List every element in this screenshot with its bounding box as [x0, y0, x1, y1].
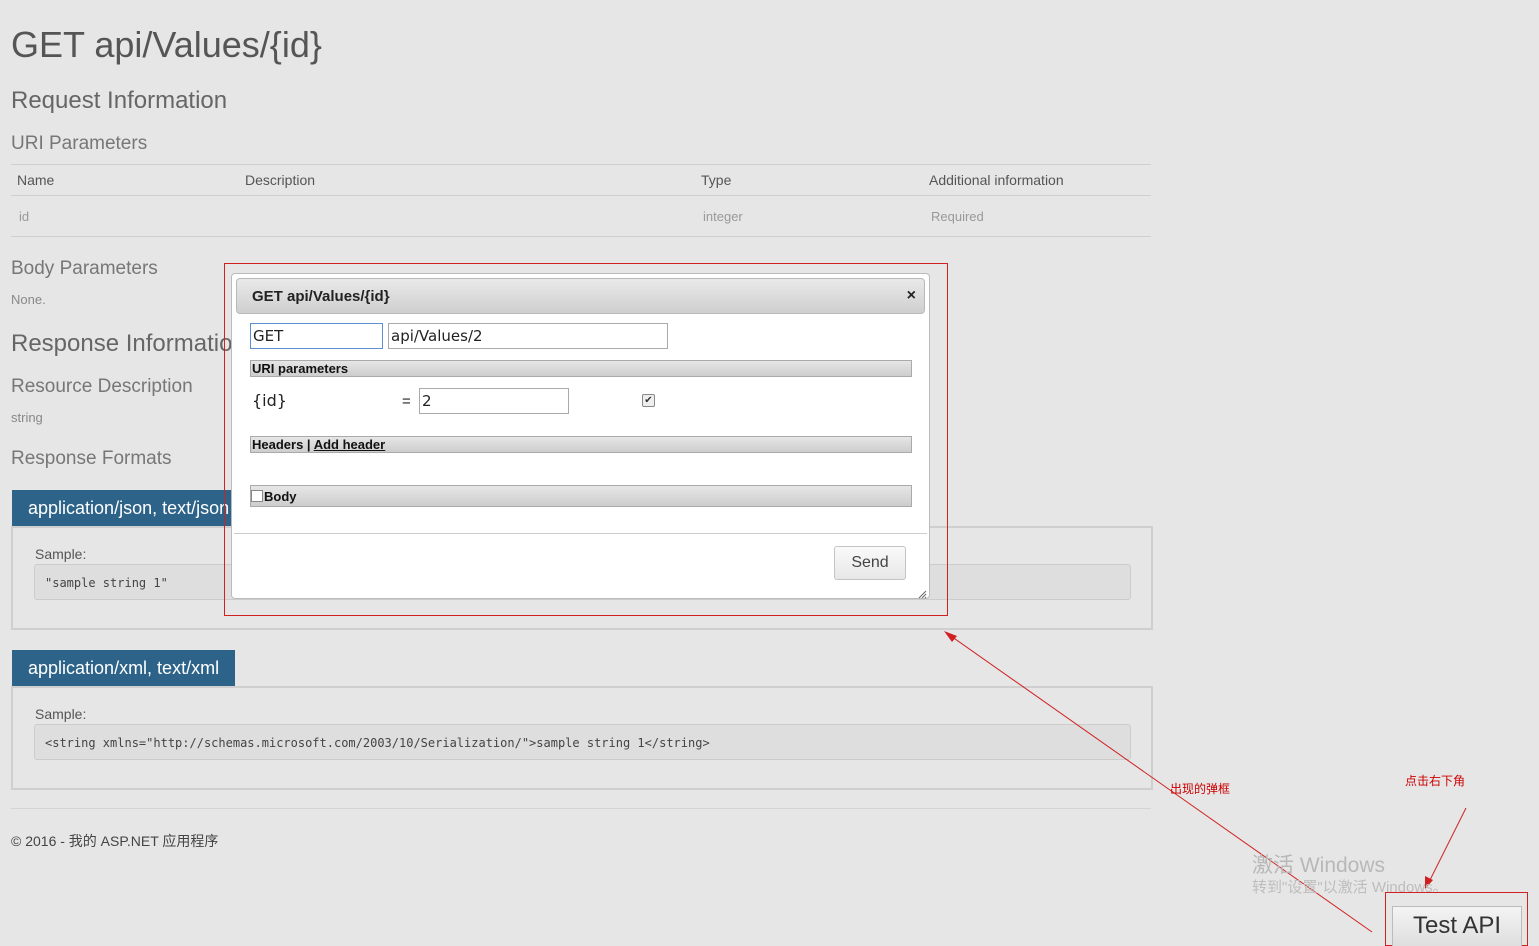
- arrow-head: [944, 631, 957, 642]
- activation-watermark-title: 激活 Windows: [1252, 854, 1386, 877]
- annotation-click-label: 点击右下角: [1405, 774, 1466, 788]
- annotation-popup-label: 出现的弹框: [1170, 782, 1231, 796]
- annotation-arrows: [944, 631, 1467, 933]
- arrow-to-button: [1427, 807, 1467, 885]
- test-api-button[interactable]: Test API: [1392, 906, 1522, 946]
